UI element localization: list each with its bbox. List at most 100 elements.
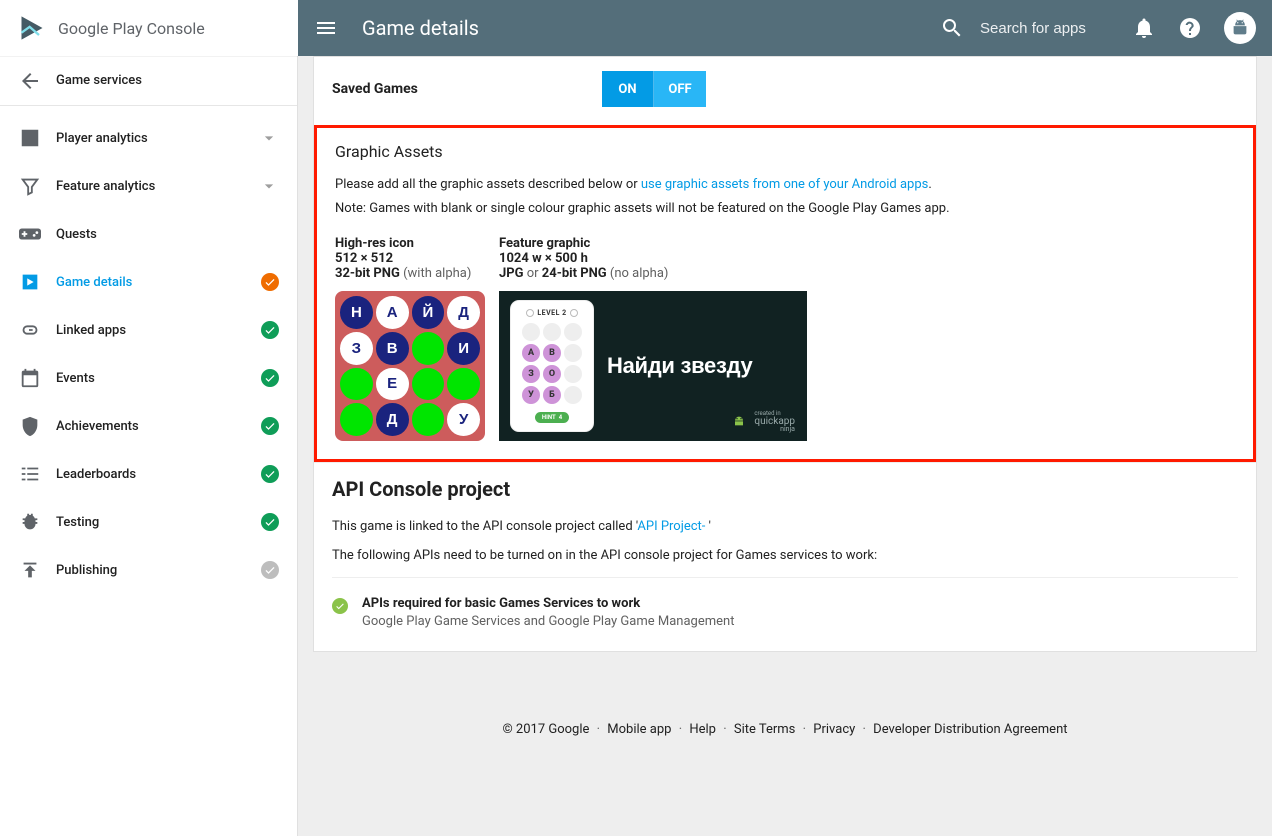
text: 24-bit PNG	[542, 266, 607, 281]
feature-dim: 1024 w × 500 h	[499, 251, 807, 266]
text: ninja	[754, 426, 795, 433]
saved-games-toggle: ON OFF	[602, 71, 706, 107]
phone-grid-cell: О	[543, 365, 561, 383]
nav-achievements[interactable]: Achievements	[0, 402, 297, 450]
phone-grid-cell: А	[522, 344, 540, 362]
icon-grid-cell: Й	[412, 296, 445, 329]
api-item: APIs required for basic Games Services t…	[332, 592, 1238, 633]
search-wrap	[940, 16, 1110, 40]
search-input[interactable]	[980, 20, 1110, 37]
nav-label: Publishing	[56, 563, 117, 578]
nav-label: Feature analytics	[56, 179, 155, 194]
text: (no alpha)	[607, 266, 669, 281]
android-mini-icon	[730, 414, 748, 430]
text: 32-bit PNG	[335, 266, 400, 281]
back-label: Game services	[56, 73, 142, 88]
nav-label: Achievements	[56, 419, 139, 434]
back-game-services[interactable]: Game services	[0, 56, 297, 106]
use-existing-assets-link[interactable]: use graphic assets from one of your Andr…	[641, 177, 929, 192]
icon-grid-cell	[412, 403, 445, 436]
prev-dot-icon	[526, 309, 534, 317]
nav-feature-analytics[interactable]: Feature analytics	[0, 162, 297, 210]
credit-mark: created in quickapp ninja	[730, 411, 795, 433]
phone-grid-cell: З	[522, 365, 540, 383]
nav-testing[interactable]: Testing	[0, 498, 297, 546]
nav-quests[interactable]: Quests	[0, 210, 297, 258]
help-icon[interactable]	[1178, 16, 1202, 40]
nav-game-details[interactable]: Game details	[0, 258, 297, 306]
saved-games-label: Saved Games	[332, 81, 602, 97]
icon-grid-cell: Д	[376, 403, 409, 436]
list-icon	[18, 462, 42, 486]
footer-link-dda[interactable]: Developer Distribution Agreement	[873, 722, 1067, 737]
app-header: Game details	[298, 0, 1272, 56]
graphic-assets-note: Note: Games with blank or single colour …	[335, 199, 1235, 219]
status-ok-icon	[261, 465, 279, 483]
phone-grid-cell	[564, 365, 582, 383]
icon-preview-image[interactable]: НАЙДЗВИЕДУ	[335, 291, 485, 441]
saved-games-off-button[interactable]: OFF	[654, 71, 706, 107]
graphic-assets-section: Graphic Assets Please add all the graphi…	[314, 125, 1256, 462]
saved-games-on-button[interactable]: ON	[602, 71, 654, 107]
api-project-link[interactable]: API Project-	[637, 519, 708, 534]
copyright: © 2017 Google	[502, 722, 589, 737]
api-console-section: API Console project This game is linked …	[314, 462, 1256, 651]
footer-link-site-terms[interactable]: Site Terms	[734, 722, 796, 737]
icon-format: 32-bit PNG (with alpha)	[335, 266, 485, 281]
bar-chart-icon	[18, 126, 42, 150]
play-square-icon	[18, 270, 42, 294]
text: JPG	[499, 266, 524, 281]
notifications-icon[interactable]	[1132, 16, 1156, 40]
search-icon[interactable]	[940, 16, 964, 40]
separator: ·	[803, 722, 806, 737]
nav-label: Quests	[56, 227, 97, 242]
account-avatar[interactable]	[1224, 12, 1256, 44]
back-arrow-icon	[18, 69, 42, 93]
footer: © 2017 Google · Mobile app · Help · Site…	[298, 672, 1272, 767]
icon-grid-cell	[340, 403, 373, 436]
status-ok-icon	[261, 369, 279, 387]
footer-link-privacy[interactable]: Privacy	[813, 722, 855, 737]
feature-preview-image[interactable]: LEVEL 2 АВЗОУБ HINT 4 Найди звезду	[499, 291, 807, 441]
icon-grid-cell: Е	[376, 368, 409, 401]
icon-grid-cell: И	[447, 332, 480, 365]
feature-headline: Найди звезду	[607, 353, 795, 379]
text: (with alpha)	[400, 266, 472, 281]
api-title: API Console project	[332, 477, 1238, 501]
nav-label: Game details	[56, 275, 132, 290]
icon-grid-cell: З	[340, 332, 373, 365]
text: HINT	[542, 414, 556, 421]
phone-grid-cell: В	[543, 344, 561, 362]
footer-link-help[interactable]: Help	[689, 722, 716, 737]
nav-label: Testing	[56, 515, 99, 530]
nav-label: Events	[56, 371, 95, 386]
nav-leaderboards[interactable]: Leaderboards	[0, 450, 297, 498]
menu-icon[interactable]	[314, 16, 338, 40]
brand-bar: Google Play Console	[0, 0, 298, 56]
play-console-logo[interactable]: Google Play Console	[18, 14, 205, 42]
api-item-title: APIs required for basic Games Services t…	[362, 596, 734, 611]
link-icon	[18, 318, 42, 342]
status-ok-icon	[261, 321, 279, 339]
nav-player-analytics[interactable]: Player analytics	[0, 114, 297, 162]
funnel-icon	[18, 174, 42, 198]
icon-grid-cell	[412, 332, 445, 365]
text: .	[928, 177, 931, 192]
nav-linked-apps[interactable]: Linked apps	[0, 306, 297, 354]
phone-grid-cell: У	[522, 386, 540, 404]
play-icon	[18, 14, 46, 42]
footer-link-mobile[interactable]: Mobile app	[607, 722, 671, 737]
text: '	[709, 519, 711, 534]
nav-events[interactable]: Events	[0, 354, 297, 402]
nav-publishing[interactable]: Publishing	[0, 546, 297, 594]
nav-list: Player analytics Feature analytics Quest…	[0, 106, 297, 594]
saved-games-section: Saved Games ON OFF	[314, 57, 1256, 125]
separator: ·	[679, 722, 682, 737]
icon-grid-cell: Д	[447, 296, 480, 329]
separator: ·	[597, 722, 600, 737]
icon-title: High-res icon	[335, 236, 485, 251]
text: This game is linked to the API console p…	[332, 519, 637, 534]
nav-label: Linked apps	[56, 323, 126, 338]
feature-asset-column: Feature graphic 1024 w × 500 h JPG or 24…	[499, 236, 807, 441]
chevron-down-icon	[259, 176, 279, 196]
